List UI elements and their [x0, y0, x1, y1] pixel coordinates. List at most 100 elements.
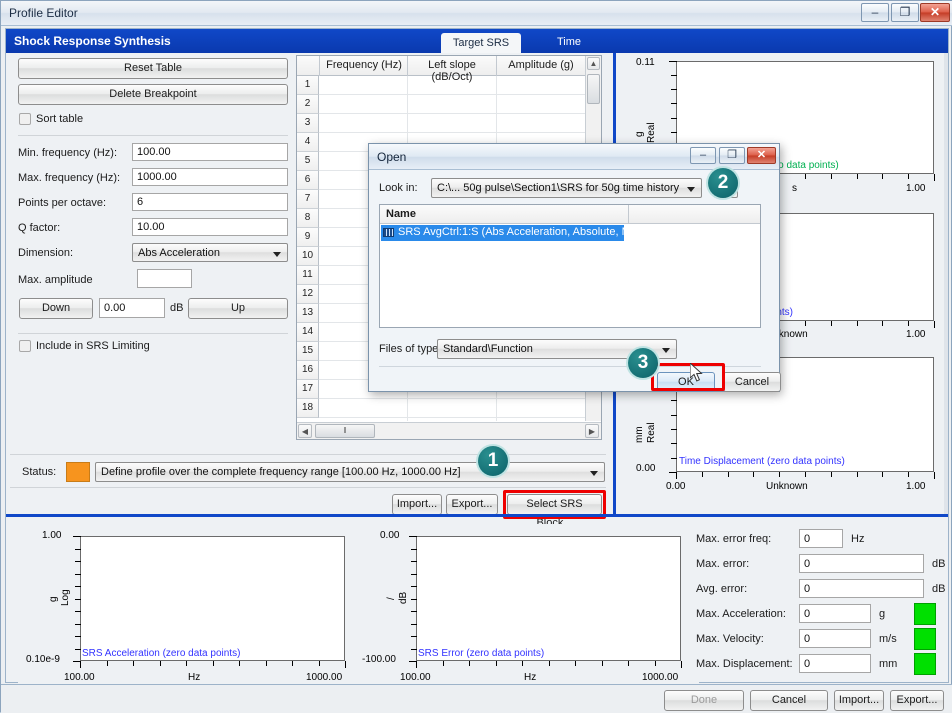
error-row-value[interactable]: 0	[799, 579, 924, 598]
dimension-select[interactable]: Abs Acceleration	[132, 243, 288, 262]
table-row-number[interactable]: 14	[297, 323, 319, 342]
x-axis-tick	[549, 661, 550, 666]
tab-time-synthesis[interactable]: Time Synthesis	[523, 32, 615, 53]
max-frequency-input[interactable]: 1000.00	[132, 168, 288, 186]
scroll-left-icon[interactable]: ◀	[298, 424, 312, 438]
x-axis-tick	[857, 321, 858, 326]
table-row-number[interactable]: 18	[297, 399, 319, 418]
error-row-value[interactable]: 0	[799, 654, 871, 673]
table-row-number[interactable]: 10	[297, 247, 319, 266]
table-row-number[interactable]: 17	[297, 380, 319, 399]
footer-import-button[interactable]: Import...	[834, 690, 884, 711]
cancel-button[interactable]: Cancel	[750, 690, 828, 711]
status-message-select[interactable]: Define profile over the complete frequen…	[95, 462, 605, 482]
error-row-value[interactable]: 0	[799, 629, 871, 648]
status-label: Status:	[22, 466, 56, 478]
include-srs-limiting-checkbox[interactable]	[19, 340, 31, 352]
table-row-number[interactable]: 3	[297, 114, 319, 133]
dialog-title: Open	[377, 150, 406, 164]
table-row-number[interactable]: 13	[297, 304, 319, 323]
points-per-octave-input[interactable]: 6	[132, 193, 288, 211]
chart-title: SRS Error (zero data points)	[418, 648, 544, 659]
scroll-thumb[interactable]	[587, 74, 600, 104]
table-row-number[interactable]: 12	[297, 285, 319, 304]
table-row-number[interactable]: 7	[297, 190, 319, 209]
page-title: Profile Editor	[9, 6, 78, 20]
x-axis-tick	[728, 472, 729, 477]
table-row-number[interactable]: 9	[297, 228, 319, 247]
dialog-maximize-button[interactable]: ❐	[719, 147, 745, 164]
x-tick-min: 100.00	[64, 672, 95, 683]
table-row-number[interactable]: 5	[297, 152, 319, 171]
y-axis-tick	[75, 549, 81, 550]
dialog-cancel-button[interactable]: Cancel	[723, 372, 781, 392]
step-down-button[interactable]: Down	[19, 298, 93, 319]
table-horizontal-scrollbar[interactable]: ◀ ‖ ▶	[297, 422, 601, 439]
table-row[interactable]	[319, 399, 585, 418]
done-button[interactable]: Done	[664, 690, 744, 711]
x-axis-tick	[882, 174, 883, 179]
dialog-minimize-button[interactable]: –	[690, 147, 716, 164]
table-row-number[interactable]: 15	[297, 342, 319, 361]
x-axis-label: Hz	[188, 672, 200, 683]
sort-table-checkbox[interactable]	[19, 113, 31, 125]
table-row-number[interactable]: 1	[297, 76, 319, 95]
close-icon[interactable]: ✕	[920, 3, 950, 22]
error-row-value[interactable]: 0	[799, 604, 871, 623]
table-row[interactable]	[319, 76, 585, 95]
reset-table-button[interactable]: Reset Table	[18, 58, 288, 79]
x-tick-max: 1000.00	[306, 672, 342, 683]
chevron-down-icon	[662, 348, 670, 353]
hscroll-thumb[interactable]: ‖	[315, 424, 375, 438]
table-row-number[interactable]: 11	[297, 266, 319, 285]
maximize-button[interactable]: ❐	[891, 3, 919, 22]
plot-area	[80, 536, 345, 661]
look-in-select[interactable]: C:\... 50g pulse\Section1\SRS for 50g ti…	[431, 178, 702, 198]
horizontal-divider	[6, 514, 948, 517]
error-row-value[interactable]: 0	[799, 529, 843, 548]
table-row-number[interactable]: 8	[297, 209, 319, 228]
import-button[interactable]: Import...	[392, 494, 442, 515]
error-summary-panel: Max. error freq:0HzMax. error:0dBAvg. er…	[696, 529, 946, 694]
max-amplitude-input[interactable]	[137, 269, 192, 288]
error-row-unit: mm	[879, 658, 897, 670]
x-axis-tick	[805, 174, 806, 179]
y-axis-tick	[75, 574, 81, 575]
y-axis-label: /	[386, 597, 397, 600]
column-header-frequency[interactable]: Frequency (Hz)	[321, 59, 407, 71]
x-axis-tick	[831, 472, 832, 477]
export-button[interactable]: Export...	[446, 494, 498, 515]
table-row-number[interactable]: 16	[297, 361, 319, 380]
footer-export-button[interactable]: Export...	[890, 690, 944, 711]
error-row-label: Max. error freq:	[696, 533, 771, 545]
status-indicator	[914, 603, 936, 625]
table-row[interactable]	[319, 95, 585, 114]
table-row-number[interactable]: 2	[297, 95, 319, 114]
minimize-button[interactable]: –	[861, 3, 889, 22]
y-axis-unit: mm	[634, 426, 645, 443]
scroll-up-icon[interactable]: ▲	[587, 57, 600, 70]
y-axis-label: Log	[60, 589, 71, 606]
delete-breakpoint-button[interactable]: Delete Breakpoint	[18, 84, 288, 105]
x-axis-tick	[443, 661, 444, 666]
tab-target-srs[interactable]: Target SRS	[441, 33, 521, 53]
window-titlebar: Profile Editor – ❐ ✕	[1, 1, 952, 26]
min-frequency-input[interactable]: 100.00	[132, 143, 288, 161]
column-header-amplitude[interactable]: Amplitude (g)	[497, 59, 585, 71]
files-of-type-value: Standard\Function	[443, 343, 533, 355]
table-row-number[interactable]: 4	[297, 133, 319, 152]
divider	[18, 135, 288, 136]
step-db-input[interactable]: 0.00	[99, 298, 165, 318]
q-factor-input[interactable]: 10.00	[132, 218, 288, 236]
y-axis-tick	[671, 400, 677, 401]
table-row[interactable]	[319, 114, 585, 133]
dialog-close-icon[interactable]: ✕	[747, 147, 776, 164]
scroll-right-icon[interactable]: ▶	[585, 424, 599, 438]
step-up-button[interactable]: Up	[188, 298, 288, 319]
table-row-number[interactable]: 6	[297, 171, 319, 190]
error-row-value[interactable]: 0	[799, 554, 924, 573]
step-badge-3: 3	[628, 348, 658, 378]
y-axis-tick	[73, 661, 81, 662]
file-list[interactable]: Name SRS AvgCtrl:1:S (Abs Acceleration, …	[379, 204, 761, 328]
list-item[interactable]: SRS AvgCtrl:1:S (Abs Acceleration, Absol…	[381, 225, 624, 241]
